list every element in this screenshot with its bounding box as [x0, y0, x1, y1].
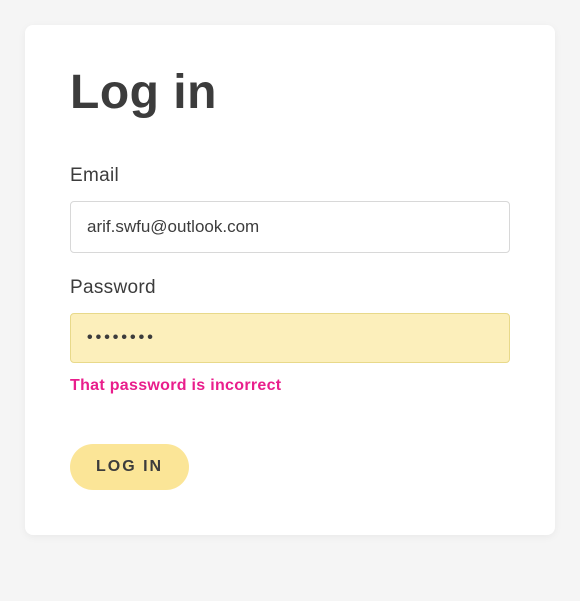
- login-button[interactable]: LOG IN: [70, 444, 189, 490]
- email-field[interactable]: [70, 201, 510, 253]
- email-label: Email: [70, 165, 510, 187]
- password-error: That password is incorrect: [70, 377, 510, 395]
- password-group: Password That password is incorrect: [70, 277, 510, 395]
- login-card: Log in Email Password That password is i…: [25, 25, 555, 535]
- email-group: Email: [70, 165, 510, 253]
- password-field[interactable]: [70, 313, 510, 363]
- page-title: Log in: [70, 65, 510, 120]
- password-label: Password: [70, 277, 510, 299]
